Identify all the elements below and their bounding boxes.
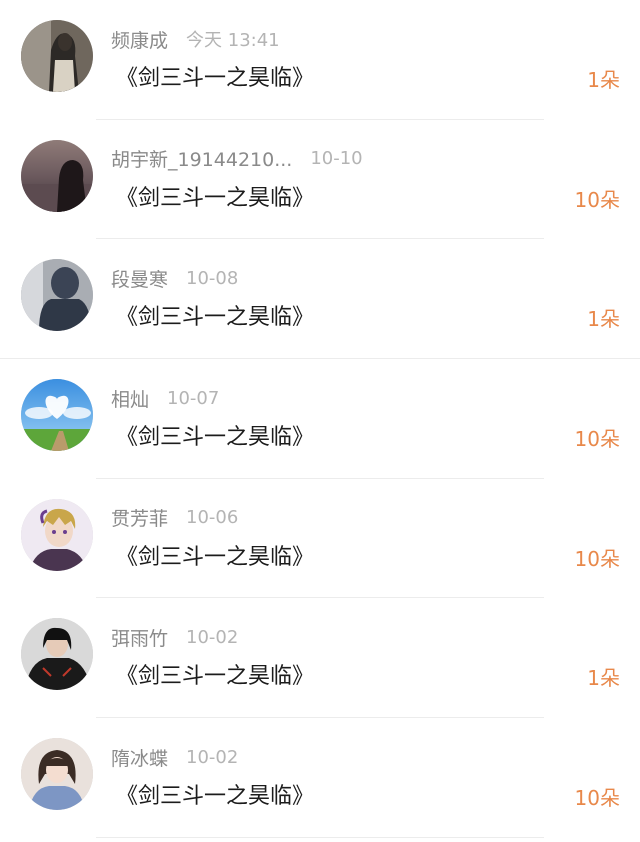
flower-count: 1朵: [587, 68, 620, 92]
hooded-person-icon: [21, 259, 93, 332]
avatar[interactable]: [21, 498, 93, 571]
user-name[interactable]: 胡宇新_19144210...: [111, 145, 292, 172]
photo-of-person-icon: [21, 20, 93, 92]
list-item[interactable]: 弭雨竹 10-02 《剑三斗一之昊临》 1朵: [0, 598, 640, 719]
supporter-list: 频康成 今天 13:41 《剑三斗一之昊临》 1朵 胡宇新_19144210..…: [0, 0, 640, 838]
flower-count: 1朵: [587, 307, 620, 332]
list-item[interactable]: 贯芳菲 10-06 《剑三斗一之昊临》 10朵: [0, 479, 640, 599]
flower-count: 10朵: [574, 786, 620, 811]
row-meta: 贯芳菲 10-06: [111, 505, 238, 531]
avatar[interactable]: [21, 379, 93, 452]
avatar[interactable]: [21, 618, 93, 691]
heart-cloud-sky-icon: [21, 379, 93, 452]
user-name[interactable]: 段曼寒: [111, 265, 168, 292]
avatar[interactable]: [21, 20, 93, 92]
gift-title[interactable]: 《剑三斗一之昊临》: [116, 778, 314, 810]
flower-count: 10朵: [574, 546, 620, 571]
row-meta: 相灿 10-07: [111, 385, 219, 411]
game-character-icon: [21, 618, 93, 691]
list-item[interactable]: 频康成 今天 13:41 《剑三斗一之昊临》 1朵: [0, 0, 640, 120]
timestamp: 10-06: [186, 507, 239, 529]
gift-title[interactable]: 《剑三斗一之昊临》: [116, 419, 314, 451]
flower-count: 1朵: [587, 666, 620, 691]
flower-count: 10朵: [574, 187, 620, 212]
user-name[interactable]: 相灿: [111, 385, 149, 412]
timestamp: 10-08: [186, 267, 239, 289]
gift-title[interactable]: 《剑三斗一之昊临》: [116, 539, 314, 571]
timestamp: 10-07: [167, 387, 220, 409]
flower-count: 10朵: [574, 427, 620, 452]
timestamp: 今天 13:41: [186, 30, 280, 51]
silhouette-at-sunset-icon: [21, 139, 93, 212]
divider: [96, 836, 544, 838]
row-meta: 段曼寒 10-08: [111, 265, 238, 291]
avatar[interactable]: [21, 139, 93, 212]
row-meta: 频康成 今天 13:41: [111, 26, 280, 52]
user-name[interactable]: 弭雨竹: [111, 624, 168, 651]
gift-title[interactable]: 《剑三斗一之昊临》: [116, 299, 314, 331]
girl-portrait-icon: [21, 738, 93, 811]
row-meta: 胡宇新_19144210... 10-10: [111, 146, 363, 172]
avatar[interactable]: [21, 259, 93, 332]
list-item[interactable]: 段曼寒 10-08 《剑三斗一之昊临》 1朵: [0, 239, 640, 360]
list-item[interactable]: 胡宇新_19144210... 10-10 《剑三斗一之昊临》 10朵: [0, 120, 640, 240]
gift-title[interactable]: 《剑三斗一之昊临》: [116, 658, 314, 690]
anime-boy-icon: [21, 498, 93, 571]
avatar[interactable]: [21, 738, 93, 811]
gift-title[interactable]: 《剑三斗一之昊临》: [116, 60, 314, 92]
user-name[interactable]: 贯芳菲: [111, 504, 168, 531]
list-item[interactable]: 隋冰蝶 10-02 《剑三斗一之昊临》 10朵: [0, 718, 640, 838]
row-meta: 弭雨竹 10-02: [111, 624, 238, 650]
gift-title[interactable]: 《剑三斗一之昊临》: [116, 180, 314, 212]
list-item[interactable]: 相灿 10-07 《剑三斗一之昊临》 10朵: [0, 359, 640, 479]
timestamp: 10-10: [310, 148, 363, 170]
timestamp: 10-02: [186, 626, 239, 648]
row-meta: 隋冰蝶 10-02: [111, 744, 238, 770]
timestamp: 10-02: [186, 746, 239, 768]
user-name[interactable]: 隋冰蝶: [111, 744, 168, 771]
user-name[interactable]: 频康成: [111, 26, 168, 53]
